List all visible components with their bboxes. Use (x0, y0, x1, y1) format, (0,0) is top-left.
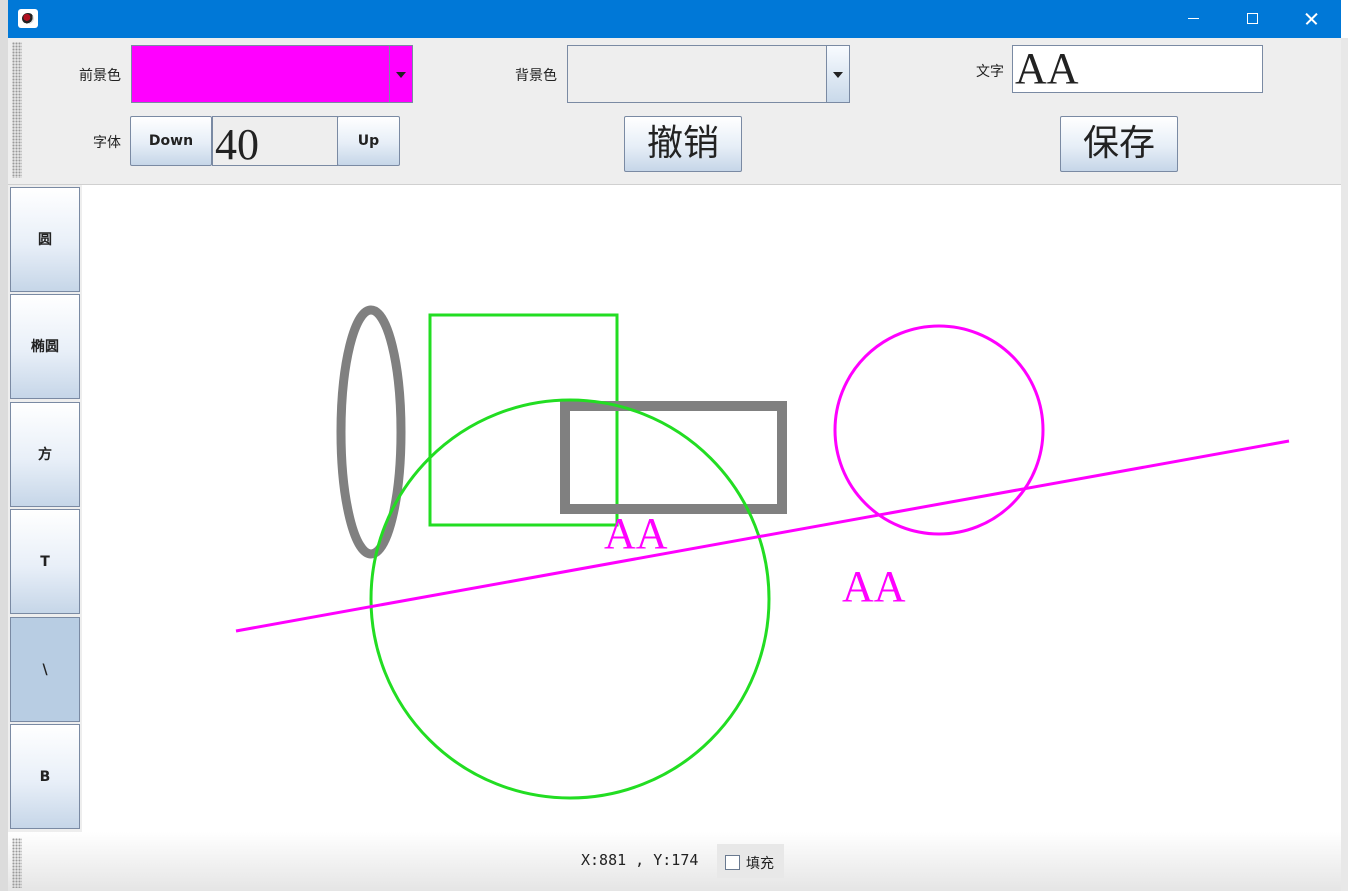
toolbar: 前景色 背景色 文字 AA 字体 Down 40 Up 撤销 保存 (8, 38, 1341, 185)
status-grip[interactable] (12, 838, 22, 888)
canvas-text-2: AA (842, 562, 906, 611)
foreground-color-label: 前景色 (79, 68, 121, 84)
toolbar-grip[interactable] (12, 42, 22, 178)
right-window-edge (1341, 38, 1348, 891)
canvas-text-1: AA (604, 509, 668, 558)
green-square (428, 313, 619, 527)
font-size-field[interactable]: 40 (212, 116, 338, 166)
save-button[interactable]: 保存 (1060, 116, 1178, 172)
chevron-down-icon[interactable] (389, 46, 412, 102)
fill-checkbox[interactable] (725, 855, 740, 870)
gray-ellipse (336, 305, 406, 559)
font-size-down-button[interactable]: Down (130, 116, 212, 166)
shape-tool-sidebar: 圆 椭圆 方 T \ B (8, 185, 82, 832)
line-tool-button[interactable]: \ (10, 617, 80, 722)
font-label: 字体 (93, 135, 121, 151)
circle-tool-button[interactable]: 圆 (10, 187, 80, 292)
fill-label: 填充 (746, 856, 774, 872)
text-tool-button[interactable]: T (10, 509, 80, 614)
close-button[interactable] (1288, 0, 1334, 38)
fill-checkbox-group[interactable]: 填充 (717, 844, 784, 878)
undo-button[interactable]: 撤销 (624, 116, 742, 172)
gray-rectangle (560, 401, 787, 514)
rectangle-tool-button[interactable]: 方 (10, 402, 80, 507)
background-color-label: 背景色 (515, 68, 557, 84)
minimize-button[interactable] (1171, 0, 1217, 38)
magenta-line (235, 439, 1290, 633)
status-bar: X:881 , Y:174 填充 (8, 832, 1341, 891)
text-input[interactable]: AA (1012, 45, 1263, 93)
maximize-button[interactable] (1229, 0, 1275, 38)
app-icon (18, 9, 38, 28)
canvas-drawing: AA AA (235, 305, 1290, 800)
chevron-down-icon[interactable] (826, 46, 849, 102)
background-color-combo[interactable] (567, 45, 850, 103)
foreground-color-combo[interactable] (131, 45, 413, 103)
text-label: 文字 (976, 64, 1004, 80)
cursor-coordinates: X:881 , Y:174 (581, 851, 699, 869)
ellipse-tool-button[interactable]: 椭圆 (10, 294, 80, 399)
drawing-canvas[interactable]: AA AA (82, 185, 1341, 832)
font-size-up-button[interactable]: Up (337, 116, 400, 166)
brush-tool-button[interactable]: B (10, 724, 80, 829)
title-bar (8, 0, 1341, 38)
left-window-edge (0, 0, 8, 891)
